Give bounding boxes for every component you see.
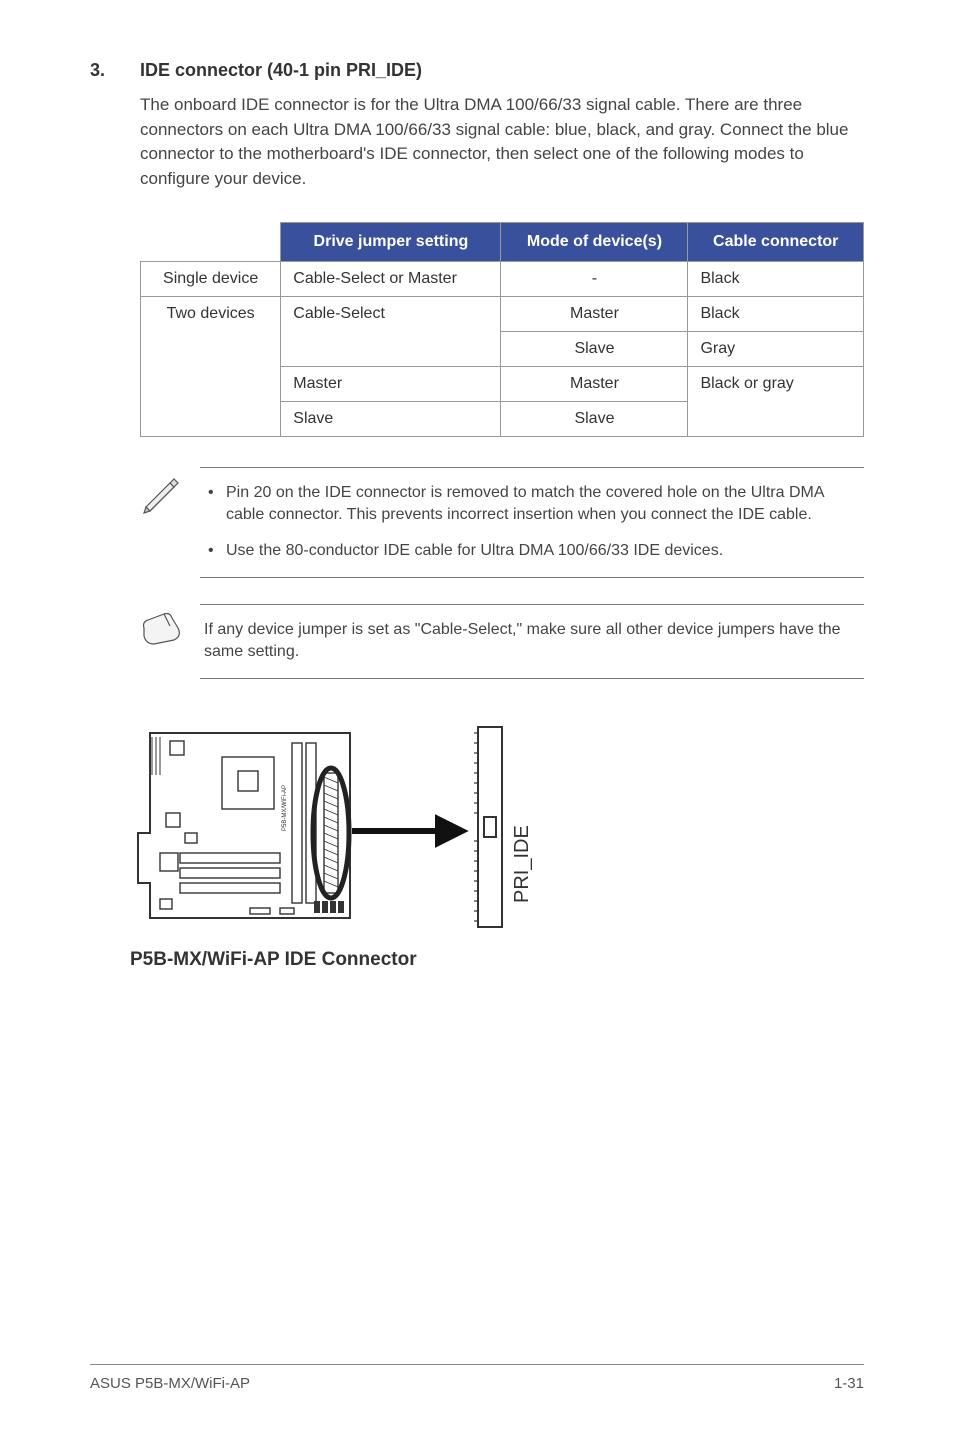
note-block-hand: If any device jumper is set as "Cable-Se… [140, 604, 864, 679]
hand-pointer-icon [140, 604, 200, 653]
cell-master-setting: Master [281, 366, 501, 401]
cell-slave-setting: Slave [281, 401, 501, 436]
page-footer: ASUS P5B-MX/WiFi-AP 1-31 [90, 1364, 864, 1392]
table-header-mode: Mode of device(s) [501, 222, 688, 261]
note-bullet: Pin 20 on the IDE connector is removed t… [226, 482, 860, 527]
ide-connector-diagram: P5B-MX/WiFi-AP [130, 713, 864, 971]
section-title: IDE connector (40-1 pin PRI_IDE) [140, 60, 422, 81]
cell-cable-select-slave-mode: Slave [501, 331, 688, 366]
cell-cable-select-slave-cable: Gray [688, 331, 864, 366]
footer-page-number: 1-31 [834, 1375, 864, 1392]
note-block-info: Pin 20 on the IDE connector is removed t… [140, 467, 864, 578]
connector-label-text: PRI_IDE [511, 825, 533, 903]
table-header-drive-jumper: Drive jumper setting [281, 222, 501, 261]
cell-master-slave-cable: Black or gray [688, 366, 864, 436]
cell-cable-select-master-cable: Black [688, 296, 864, 331]
table-header-cable: Cable connector [688, 222, 864, 261]
note-bullet: Use the 80-conductor IDE cable for Ultra… [226, 540, 860, 562]
cell-master-mode: Master [501, 366, 688, 401]
cell-single-device-mode: - [501, 261, 688, 296]
section-number: 3. [90, 60, 140, 81]
cell-two-devices-label: Two devices [141, 296, 281, 436]
note-content: If any device jumper is set as "Cable-Se… [200, 604, 864, 679]
cell-single-device-cable: Black [688, 261, 864, 296]
table-header-blank [141, 222, 281, 261]
board-label-text: P5B-MX/WiFi-AP [282, 785, 288, 831]
cell-single-device-label: Single device [141, 261, 281, 296]
cell-single-device-setting: Cable-Select or Master [281, 261, 501, 296]
pencil-icon [140, 467, 200, 520]
diagram-caption: P5B-MX/WiFi-AP IDE Connector [130, 949, 864, 971]
note-content: Pin 20 on the IDE connector is removed t… [200, 467, 864, 578]
cell-cable-select-master-mode: Master [501, 296, 688, 331]
cell-cable-select-setting: Cable-Select [281, 296, 501, 366]
footer-product: ASUS P5B-MX/WiFi-AP [90, 1375, 250, 1392]
table-row: Two devices Cable-Select Master Black [141, 296, 864, 331]
cell-slave-mode: Slave [501, 401, 688, 436]
section-heading: 3. IDE connector (40-1 pin PRI_IDE) [90, 60, 864, 81]
section-body: The onboard IDE connector is for the Ult… [140, 93, 864, 192]
jumper-settings-table: Drive jumper setting Mode of device(s) C… [140, 222, 864, 437]
table-row: Single device Cable-Select or Master - B… [141, 261, 864, 296]
